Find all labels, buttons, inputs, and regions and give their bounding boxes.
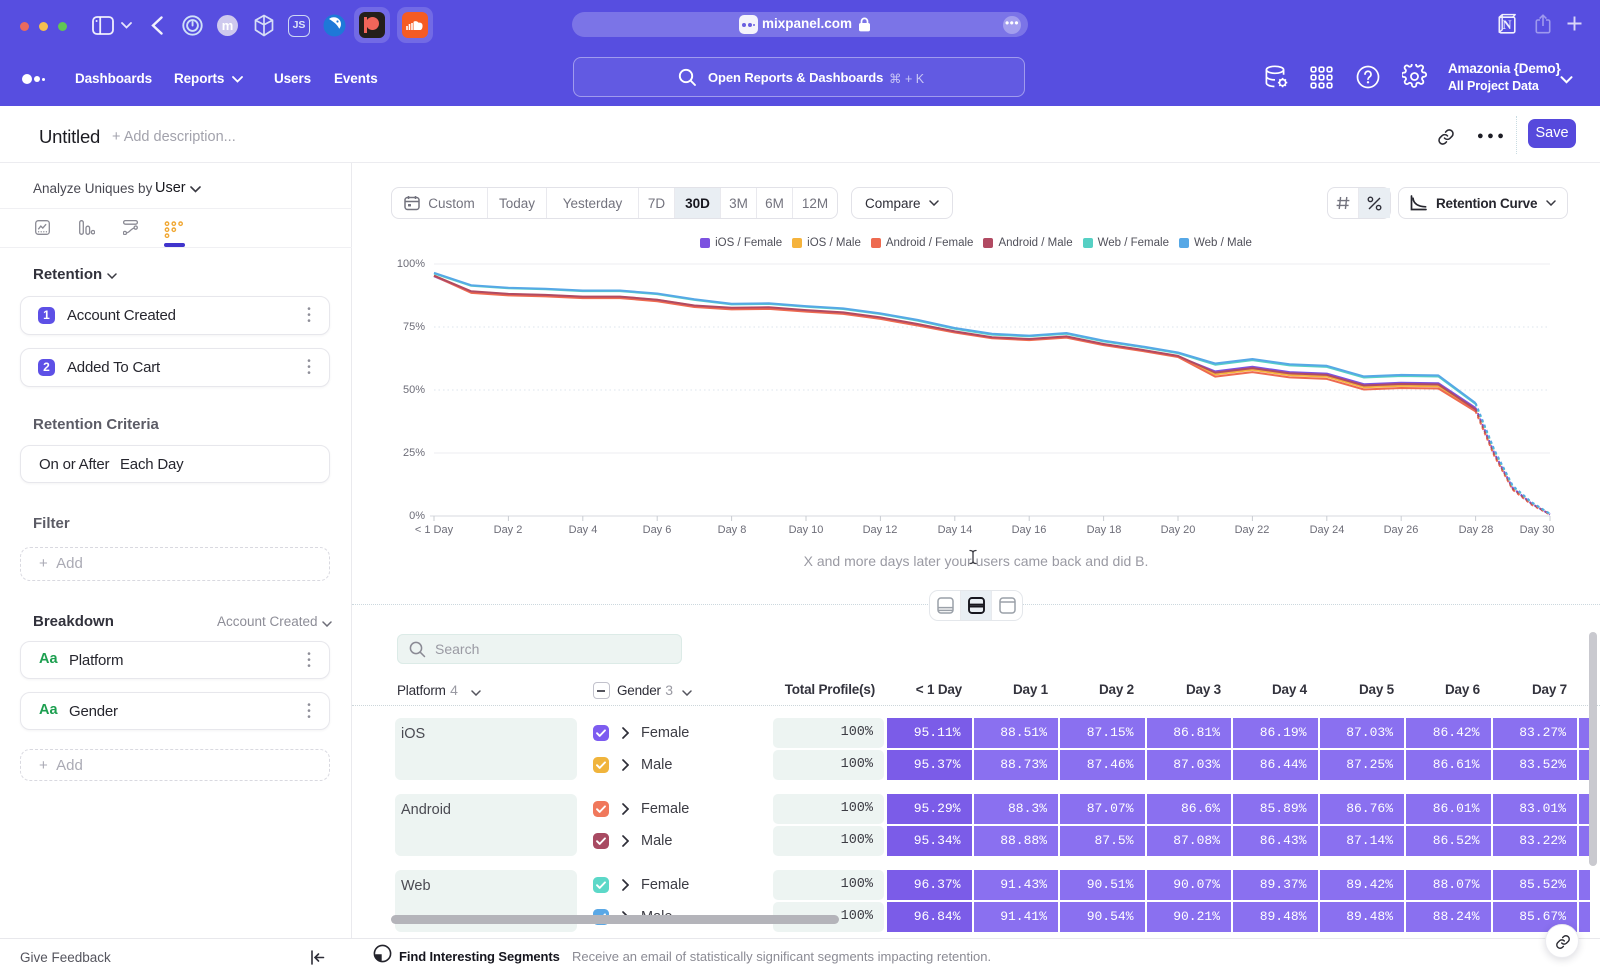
svg-text:N: N xyxy=(1502,18,1511,32)
